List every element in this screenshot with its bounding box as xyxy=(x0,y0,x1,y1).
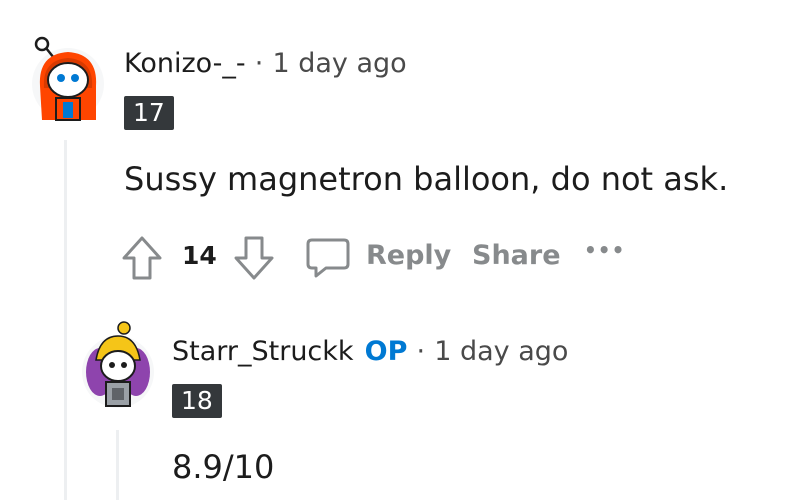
comment-header-starr: Starr_Struckk OP · 1 day ago xyxy=(172,336,568,367)
comment-timestamp[interactable]: 1 day ago xyxy=(272,48,406,79)
comment-body: Sussy magnetron balloon, do not ask. xyxy=(124,160,729,198)
user-avatar-starr[interactable] xyxy=(80,320,154,410)
vote-score: 14 xyxy=(182,241,217,270)
meta-separator: · xyxy=(254,48,264,79)
username-link[interactable]: Starr_Struckk xyxy=(172,336,354,367)
thread-line-2[interactable] xyxy=(116,430,119,500)
comment-timestamp[interactable]: 1 day ago xyxy=(434,336,568,367)
snoo-avatar-icon xyxy=(32,36,104,121)
user-flair: 17 xyxy=(124,96,174,130)
op-badge: OP xyxy=(364,336,408,367)
thread-line-1[interactable] xyxy=(64,140,67,500)
share-button[interactable]: Share xyxy=(472,240,561,271)
downvote-icon[interactable] xyxy=(232,234,276,282)
upvote-icon[interactable] xyxy=(120,234,164,282)
reply-comment-icon[interactable] xyxy=(304,236,352,280)
username-link[interactable]: Konizo-_- xyxy=(124,48,246,79)
reply-button[interactable]: Reply xyxy=(366,240,451,271)
comment-header-konizo: Konizo-_- · 1 day ago xyxy=(124,48,407,79)
comment-body: 8.9/10 xyxy=(172,448,275,486)
user-flair: 18 xyxy=(172,384,222,418)
meta-separator: · xyxy=(416,336,426,367)
user-avatar-konizo[interactable] xyxy=(30,36,104,122)
more-options-icon[interactable]: ••• xyxy=(584,238,625,262)
snoo-avatar-icon xyxy=(82,321,154,408)
